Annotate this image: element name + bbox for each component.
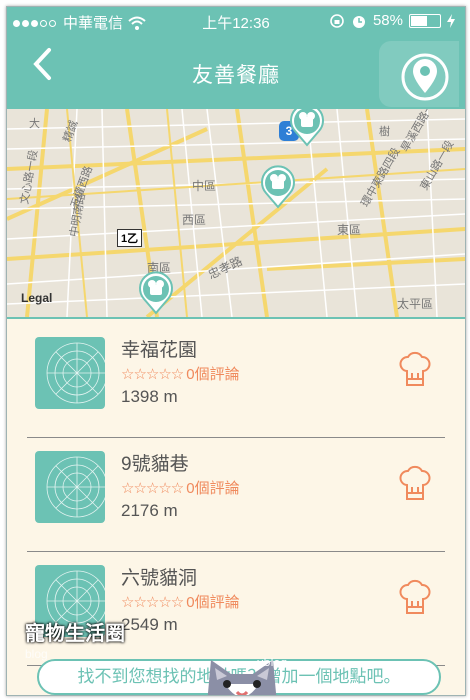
chef-hat-icon[interactable]: [399, 463, 431, 503]
place-name: 幸福花園: [121, 340, 198, 361]
review-count: 0個評論: [186, 366, 240, 383]
map-label: 西區: [182, 213, 207, 227]
cat-mascot-icon: yblog: [207, 656, 287, 695]
status-bar: 中華電信 上午12:36 58%: [7, 7, 465, 35]
place-name: 9號貓巷: [121, 454, 189, 475]
rating-stars: ☆☆☆☆☆ 0個評論: [121, 594, 240, 611]
app-frame: 中華電信 上午12:36 58% 友善餐廳 中區 西區 東區 南區 太平區 忠孝…: [6, 6, 466, 696]
locate-me-button[interactable]: [379, 41, 459, 107]
location-pin-icon: [401, 53, 449, 101]
place-thumbnail: [35, 337, 105, 409]
list-item[interactable]: 六號貓洞 ☆☆☆☆☆ 0個評論 2549 m: [27, 551, 445, 666]
bus-route-label: 1乙: [117, 229, 143, 247]
battery-icon: [409, 13, 441, 28]
watermark-title: 寵物生活圈: [25, 623, 125, 645]
place-thumbnail: [35, 451, 105, 523]
watermark-subtitle: blog: [25, 647, 48, 661]
geometric-pattern-icon: [46, 342, 105, 404]
rotation-lock-icon: [330, 13, 344, 28]
map-label: 太平區: [397, 297, 434, 311]
map-label: 東區: [337, 223, 362, 237]
place-distance: 2176 m: [121, 501, 178, 520]
list-item[interactable]: 幸福花園 ☆☆☆☆☆ 0個評論 1398 m: [27, 323, 445, 438]
review-count: 0個評論: [186, 594, 240, 611]
battery-percent: 58%: [372, 12, 403, 29]
map-label: 中區: [192, 179, 217, 193]
chef-hat-icon[interactable]: [399, 349, 431, 389]
geometric-pattern-icon: [46, 456, 105, 518]
charging-icon: [447, 13, 455, 28]
map-label: 大: [29, 118, 40, 130]
rating-stars: ☆☆☆☆☆ 0個評論: [121, 480, 240, 497]
restaurant-marker[interactable]: [260, 165, 296, 209]
review-count: 0個評論: [186, 480, 240, 497]
alarm-icon: [352, 15, 365, 28]
place-distance: 2549 m: [121, 615, 178, 634]
list-item[interactable]: 9號貓巷 ☆☆☆☆☆ 0個評論 2176 m: [27, 437, 445, 552]
watermark-handle: yblog: [257, 656, 287, 669]
map-label: 樹: [379, 126, 390, 138]
restaurant-marker[interactable]: [289, 109, 325, 147]
nav-bar: 友善餐廳: [7, 35, 465, 109]
map-legal-link[interactable]: Legal: [21, 291, 52, 305]
restaurant-marker[interactable]: [138, 271, 174, 315]
map-view[interactable]: 中區 西區 東區 南區 太平區 忠孝路 環中東路四段 東山路一段 旱溪西路一段 …: [7, 109, 465, 317]
rating-stars: ☆☆☆☆☆ 0個評論: [121, 366, 240, 383]
place-distance: 1398 m: [121, 387, 178, 406]
chef-hat-icon[interactable]: [399, 577, 431, 617]
place-name: 六號貓洞: [121, 568, 198, 589]
